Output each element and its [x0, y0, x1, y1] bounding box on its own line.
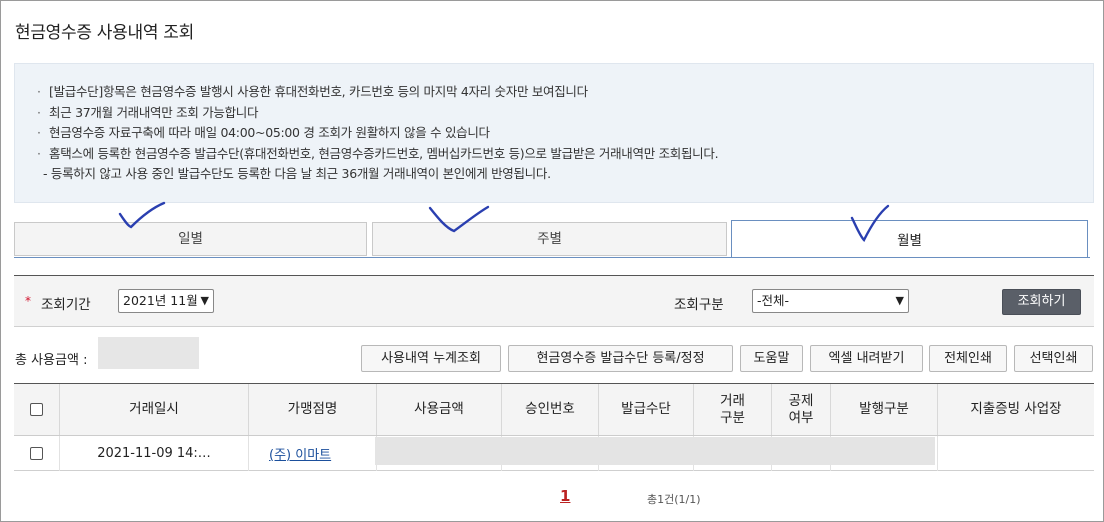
header-approval[interactable]: 승인번호 — [502, 384, 599, 435]
notice-line: · 현금영수증 자료구축에 따라 매일 04:00~05:00 경 조회가 원활하… — [37, 123, 1093, 144]
notice-line: · [발급수단]항목은 현금영수증 발행시 사용한 휴대전화번호, 카드번호 등의… — [37, 82, 1093, 103]
table-header: 거래일시 가맹점명 사용금액 승인번호 발급수단 거래 구분 공제 여부 발행구분 … — [14, 384, 1094, 436]
row-cell — [14, 436, 60, 471]
tab-divider — [14, 257, 1090, 258]
handwritten-check-mark — [118, 201, 166, 229]
cell-date: 2021-11-09 14:… — [60, 436, 249, 471]
header-merchant[interactable]: 가맹점명 — [249, 384, 377, 435]
total-amount-redacted — [98, 337, 199, 369]
header-business[interactable]: 지출증빙 사업장 — [938, 384, 1094, 435]
cell-business — [938, 436, 1094, 471]
cell-merchant: (주) 이마트 — [249, 436, 377, 471]
header-amount[interactable]: 사용금액 — [377, 384, 502, 435]
header-date[interactable]: 거래일시 — [60, 384, 249, 435]
type-select[interactable]: -전체- ▼ — [752, 289, 909, 313]
notice-line: - 등록하지 않고 사용 중인 발급수단도 등록한 다음 날 최근 36개월 거… — [43, 166, 551, 181]
period-select-value: 2021년 11월 — [123, 293, 198, 308]
required-mark: * — [25, 294, 31, 308]
header-deduction[interactable]: 공제 여부 — [772, 384, 831, 435]
excel-download-button[interactable]: 엑셀 내려받기 — [810, 345, 923, 372]
period-select[interactable]: 2021년 11월 ▼ — [118, 289, 214, 313]
bullet-icon: · — [37, 125, 41, 140]
row-redacted-area — [375, 437, 935, 465]
tab-daily[interactable]: 일별 — [14, 222, 367, 256]
header-trade-type[interactable]: 거래 구분 — [694, 384, 772, 435]
select-all-checkbox[interactable] — [30, 403, 43, 416]
notice-line: · 홈택스에 등록한 현금영수증 발급수단(휴대전화번호, 현금영수증카드번호, … — [37, 144, 1093, 165]
handwritten-check-mark — [428, 205, 490, 233]
type-label: 조회구분 — [674, 297, 724, 313]
handwritten-check-mark — [850, 204, 890, 243]
transactions-table: 거래일시 가맹점명 사용금액 승인번호 발급수단 거래 구분 공제 여부 발행구분 … — [14, 383, 1094, 471]
notice-box: · [발급수단]항목은 현금영수증 발행시 사용한 휴대전화번호, 카드번호 등의… — [14, 63, 1094, 203]
page-title: 현금영수증 사용내역 조회 — [15, 23, 194, 43]
notice-line: · 최근 37개월 거래내역만 조회 가능합니다 — [37, 103, 1093, 124]
print-selected-button[interactable]: 선택인쇄 — [1014, 345, 1093, 372]
search-bar: * 조회기간 2021년 11월 ▼ 조회구분 -전체- ▼ 조회하기 — [14, 275, 1094, 327]
merchant-link[interactable]: (주) 이마트 — [269, 444, 331, 463]
history-sum-button[interactable]: 사용내역 누계조회 — [361, 345, 501, 372]
print-all-button[interactable]: 전체인쇄 — [929, 345, 1007, 372]
chevron-down-icon: ▼ — [895, 294, 904, 307]
bullet-icon: · — [37, 84, 41, 99]
total-amount-label: 총 사용금액 : — [15, 353, 88, 368]
register-method-button[interactable]: 현금영수증 발급수단 등록/정정 — [508, 345, 733, 372]
row-checkbox[interactable] — [30, 447, 43, 460]
header-method[interactable]: 발급수단 — [599, 384, 694, 435]
type-select-value: -전체- — [757, 293, 790, 308]
pagination-info: 총1건(1/1) — [647, 493, 701, 506]
page-link-current[interactable]: 1 — [560, 487, 570, 505]
chevron-down-icon: ▼ — [200, 294, 209, 307]
bullet-icon: · — [37, 104, 41, 120]
header-issue-type[interactable]: 발행구분 — [831, 384, 938, 435]
help-button[interactable]: 도움말 — [740, 345, 803, 372]
period-label: 조회기간 — [41, 297, 91, 313]
search-button[interactable]: 조회하기 — [1002, 289, 1081, 315]
header-cell — [14, 384, 60, 435]
bullet-icon: · — [37, 145, 41, 161]
